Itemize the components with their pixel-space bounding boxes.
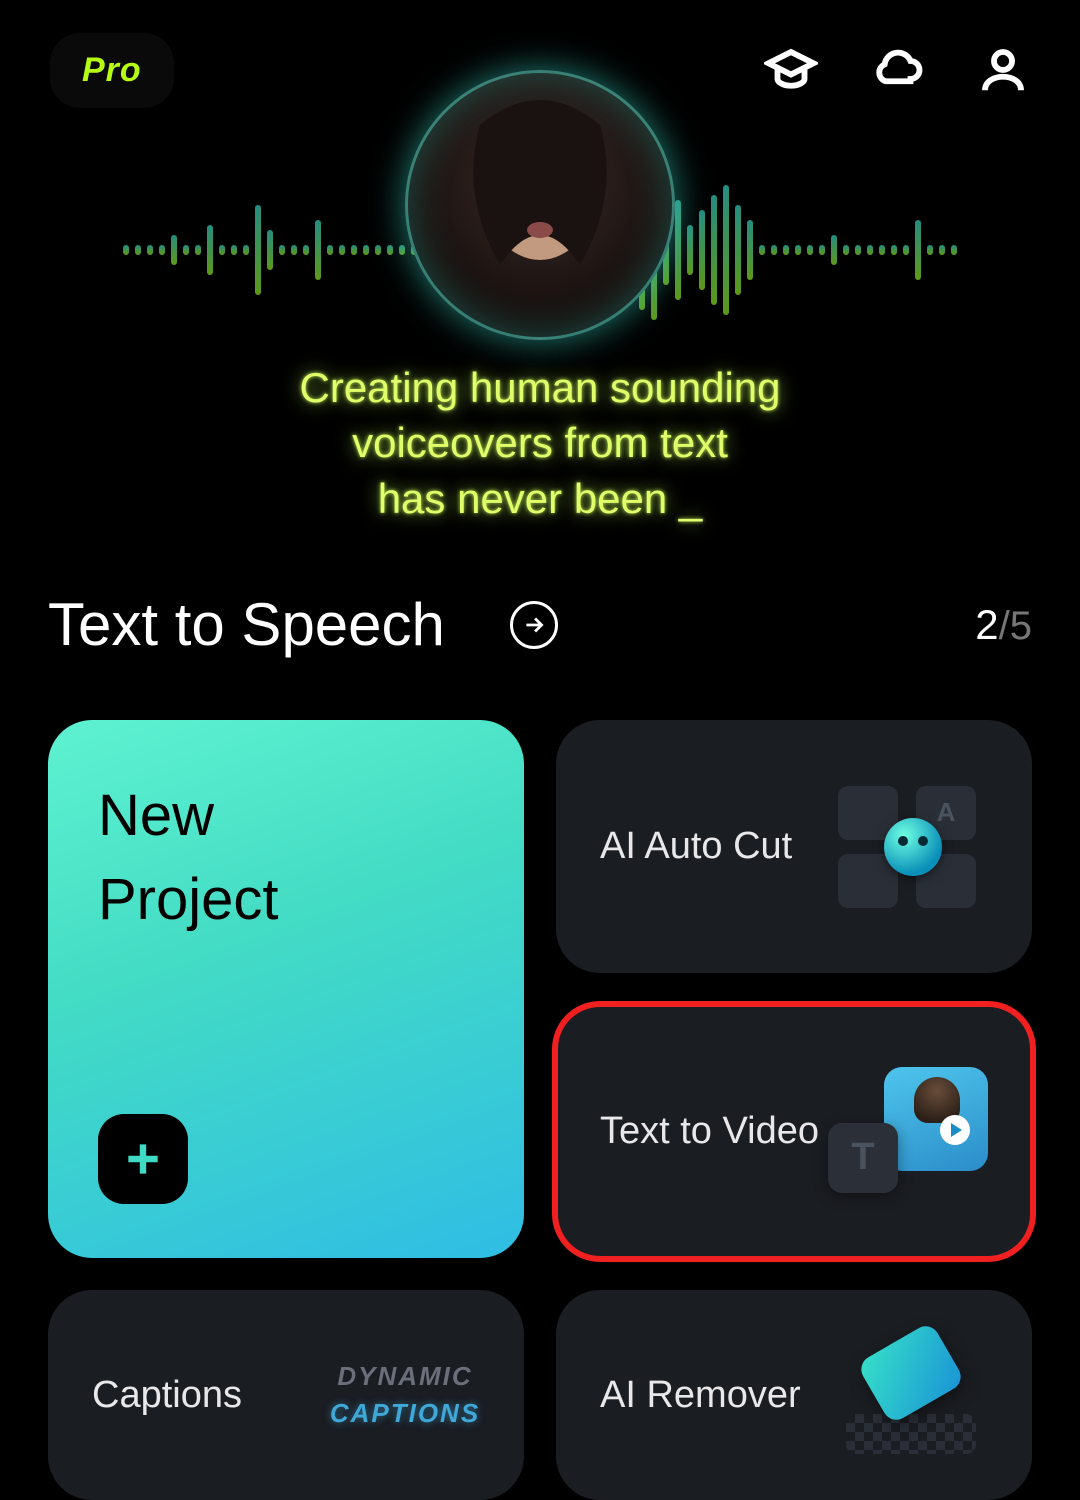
pro-badge[interactable]: Pro [50, 33, 174, 108]
new-project-label: New Project [98, 774, 279, 942]
pager-separator: / [999, 604, 1010, 648]
captions-icon: DYNAMIC CAPTIONS [330, 1330, 480, 1460]
pager-current: 2 [975, 601, 998, 648]
ai-remover-card[interactable]: AI Remover [556, 1290, 1032, 1500]
captions-graphic-text: CAPTIONS [330, 1398, 480, 1429]
text-to-video-card[interactable]: Text to Video T [556, 1005, 1032, 1258]
text-to-video-icon: T [838, 1067, 988, 1197]
hero-tagline: Creating human sounding voiceovers from … [240, 360, 841, 526]
captions-graphic-text: DYNAMIC [337, 1361, 472, 1392]
text-to-video-label: Text to Video [600, 1110, 819, 1153]
feature-grid: New Project AI Auto Cut A Text to Video … [48, 720, 1032, 1500]
page-indicator: 2/5 [975, 601, 1032, 649]
cloud-icon[interactable] [870, 43, 924, 97]
ai-auto-cut-icon: A [838, 782, 988, 912]
graduation-cap-icon[interactable] [764, 43, 818, 97]
tagline-line: Creating human sounding [300, 360, 781, 415]
section-header: Text to Speech 2/5 [0, 590, 1080, 659]
ai-auto-cut-card[interactable]: AI Auto Cut A [556, 720, 1032, 973]
new-project-card[interactable]: New Project [48, 720, 524, 1258]
captions-label: Captions [92, 1374, 242, 1417]
ai-auto-cut-label: AI Auto Cut [600, 825, 792, 868]
tagline-line: voiceovers from text [300, 415, 781, 470]
app-header: Pro [0, 0, 1080, 140]
arrow-right-circle-icon[interactable] [510, 601, 558, 649]
user-icon[interactable] [976, 43, 1030, 97]
ai-remover-label: AI Remover [600, 1374, 801, 1417]
captions-card[interactable]: Captions DYNAMIC CAPTIONS [48, 1290, 524, 1500]
tagline-line: has never been _ [300, 471, 781, 526]
pager-total: 5 [1010, 604, 1032, 648]
plus-icon [98, 1114, 188, 1204]
page-title: Text to Speech [48, 590, 445, 659]
header-icon-group [764, 43, 1030, 97]
ai-remover-icon [838, 1330, 988, 1460]
